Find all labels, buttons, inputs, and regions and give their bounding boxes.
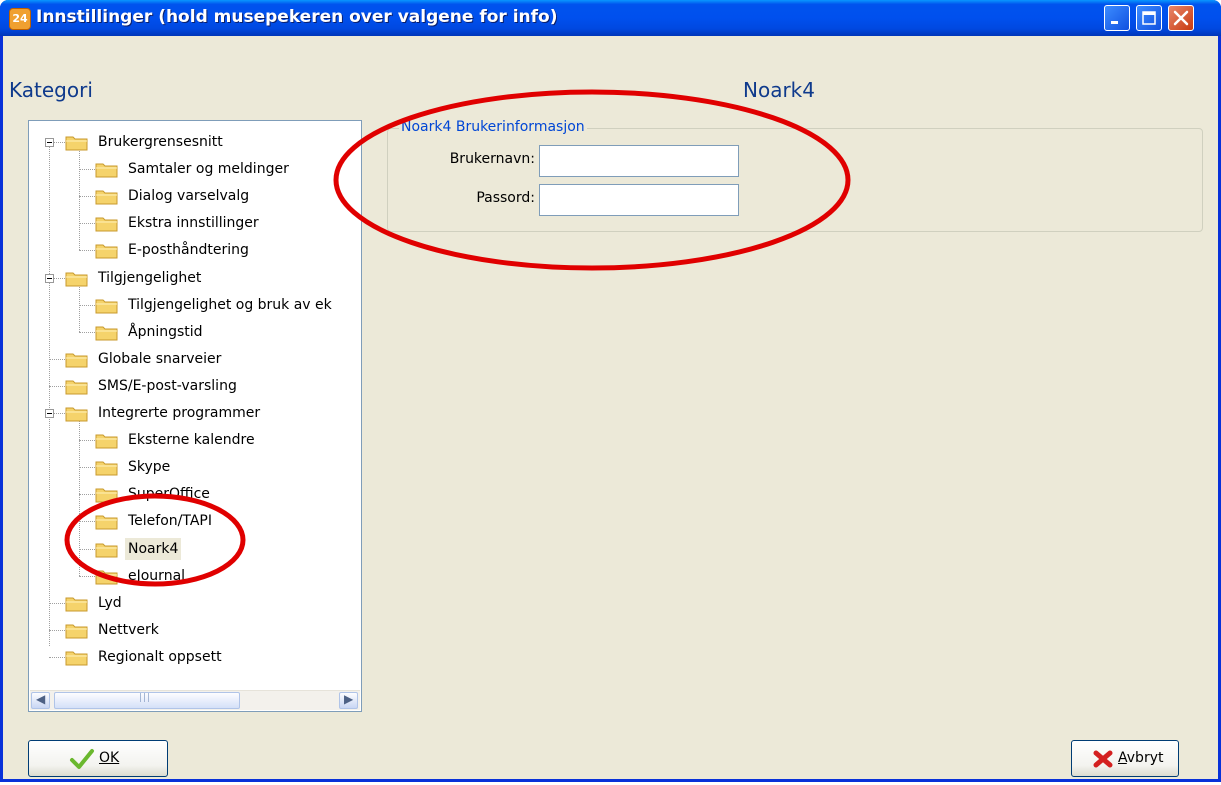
collapse-toggle-icon[interactable] xyxy=(45,409,54,418)
minimize-button[interactable] xyxy=(1104,5,1130,31)
tree-connector xyxy=(49,603,65,604)
tree-item-label: Eksterne kalendre xyxy=(128,432,255,448)
tree-connector xyxy=(79,169,95,170)
category-heading: Kategori xyxy=(9,78,93,102)
tree-connector xyxy=(49,139,50,646)
tree-item-label: Åpningstid xyxy=(128,324,203,340)
tree-connector xyxy=(79,250,95,251)
folder-icon xyxy=(65,651,88,666)
folder-icon xyxy=(65,272,88,287)
scroll-right-button[interactable]: ▶ xyxy=(339,692,358,709)
folder-icon xyxy=(95,434,118,449)
ok-button-label: OK xyxy=(99,750,120,766)
tree-connector xyxy=(79,223,95,224)
checkmark-icon xyxy=(70,749,94,769)
cancel-button[interactable]: Avbryt xyxy=(1071,740,1179,777)
tree-connector xyxy=(79,149,80,250)
close-icon xyxy=(1173,10,1189,26)
maximize-icon xyxy=(1142,11,1156,25)
grip-icon: ||| xyxy=(139,693,152,703)
cancel-accel: A xyxy=(1118,750,1127,766)
tree-connector xyxy=(49,386,65,387)
tree-connector xyxy=(79,196,95,197)
scroll-left-button[interactable]: ◀ xyxy=(31,692,50,709)
folder-icon xyxy=(65,597,88,612)
category-tree[interactable]: Brukergrensesnitt Samtaler og meldinger Di… xyxy=(28,120,362,712)
tree-item-label: Ekstra innstillinger xyxy=(128,215,259,231)
tree-item-label: E-posthåndtering xyxy=(128,242,249,258)
tree-connector xyxy=(79,467,95,468)
cancel-rest: vbryt xyxy=(1126,750,1164,766)
annotation-ellipse-noark4 xyxy=(64,493,246,587)
horizontal-scrollbar[interactable]: ◀ ||| ▶ xyxy=(30,690,360,710)
folder-icon xyxy=(65,136,88,151)
annotation-ellipse-fields xyxy=(333,89,851,271)
folder-icon xyxy=(95,190,118,205)
close-button[interactable] xyxy=(1168,5,1194,31)
tree-connector xyxy=(49,657,65,658)
folder-icon xyxy=(95,299,118,314)
tree-connector xyxy=(79,332,95,333)
folder-icon xyxy=(65,624,88,639)
tree-item-label: Globale snarveier xyxy=(98,351,222,367)
folder-icon xyxy=(95,326,118,341)
tree-item-label: Lyd xyxy=(98,595,122,611)
folder-icon xyxy=(65,380,88,395)
tree-item-label: Dialog varselvalg xyxy=(128,188,250,204)
chevron-left-icon: ◀ xyxy=(36,692,46,706)
tree-connector xyxy=(49,359,65,360)
tree-item-label: Skype xyxy=(128,459,171,475)
tree-item-label: SMS/E-post-varsling xyxy=(98,378,237,394)
app-icon: 24 xyxy=(9,8,31,30)
tree-item-label: Regionalt oppsett xyxy=(98,649,222,665)
tree-connector xyxy=(79,440,95,441)
scroll-thumb[interactable]: ||| xyxy=(54,692,240,709)
tree-connector xyxy=(79,305,95,306)
tree-connector xyxy=(49,630,65,631)
folder-icon xyxy=(95,244,118,259)
collapse-toggle-icon[interactable] xyxy=(45,274,54,283)
folder-icon xyxy=(95,163,118,178)
tree-item-label: Tilgjengelighet xyxy=(98,270,202,286)
tree-connector xyxy=(79,285,80,332)
tree-item-label: Nettverk xyxy=(98,622,159,638)
tree-item-label: Tilgjengelighet og bruk av ek xyxy=(128,297,332,313)
cancel-button-label: Avbryt xyxy=(1118,750,1163,766)
tree-item-label: Samtaler og meldinger xyxy=(128,161,289,177)
folder-icon xyxy=(95,217,118,232)
title-bar[interactable]: 24 Innstillinger (hold musepekeren over … xyxy=(0,0,1221,36)
chevron-right-icon: ▶ xyxy=(344,692,354,706)
tree-item-label: Brukergrensesnitt xyxy=(98,134,223,150)
folder-icon xyxy=(65,407,88,422)
tree-item-label: Integrerte programmer xyxy=(98,405,261,421)
red-x-icon xyxy=(1093,750,1113,768)
ok-button[interactable]: OK xyxy=(28,740,168,777)
collapse-toggle-icon[interactable] xyxy=(45,138,54,147)
minimize-icon xyxy=(1111,21,1118,24)
folder-icon xyxy=(95,461,118,476)
folder-icon xyxy=(65,353,88,368)
window-title: Innstillinger (hold musepekeren over val… xyxy=(36,7,558,27)
maximize-button[interactable] xyxy=(1136,5,1162,31)
